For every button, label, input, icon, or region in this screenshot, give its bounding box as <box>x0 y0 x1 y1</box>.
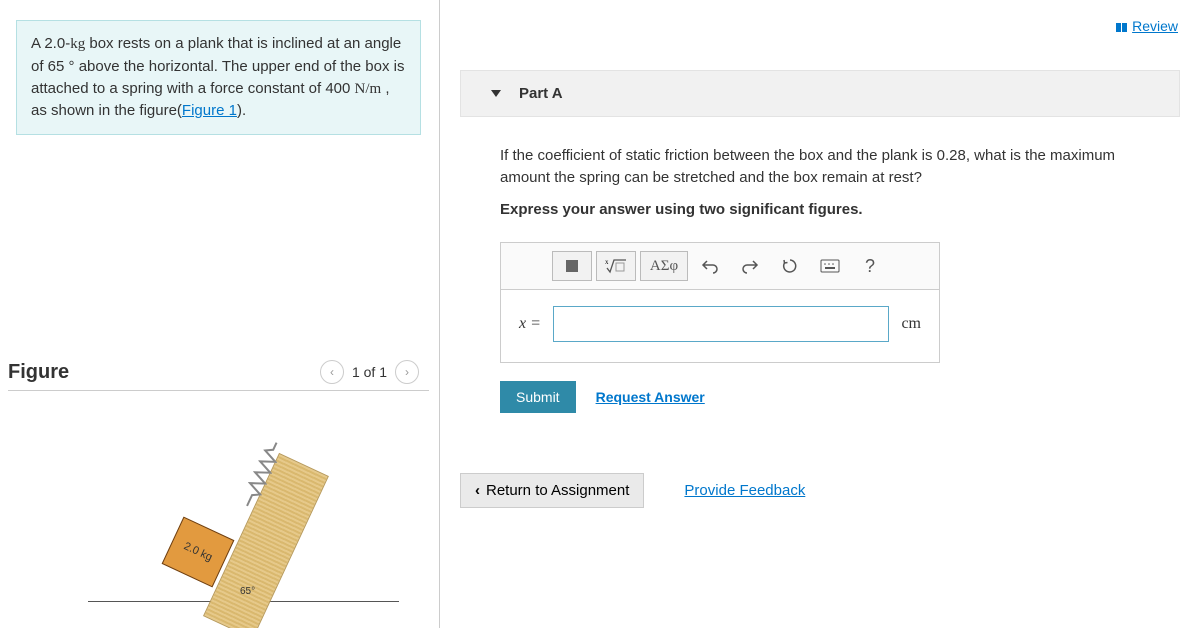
keyboard-button[interactable] <box>810 251 850 281</box>
figure-next-button[interactable]: › <box>395 360 419 384</box>
review-link[interactable]: Review <box>1116 18 1178 35</box>
question-text: If the coefficient of static friction be… <box>500 145 1160 189</box>
figure-prev-button[interactable]: ‹ <box>320 360 344 384</box>
template-button[interactable] <box>552 251 592 281</box>
figure-diagram: 2.0 kg 65° <box>8 411 429 628</box>
figure-counter: 1 of 1 <box>352 364 387 380</box>
submit-button[interactable]: Submit <box>500 381 576 413</box>
chevron-left-icon: ‹ <box>475 482 480 499</box>
question-instruction: Express your answer using two significan… <box>500 199 1160 221</box>
part-title: Part A <box>519 85 563 102</box>
problem-statement: A 2.0-kg box rests on a plank that is in… <box>16 20 421 135</box>
help-button[interactable]: ? <box>850 251 890 281</box>
figure-title: Figure <box>8 361 69 384</box>
undo-button[interactable] <box>690 251 730 281</box>
part-header[interactable]: Part A <box>460 70 1180 117</box>
reset-button[interactable] <box>770 251 810 281</box>
unit-label: cm <box>901 315 921 333</box>
redo-button[interactable] <box>730 251 770 281</box>
math-root-button[interactable]: x <box>596 251 636 281</box>
answer-area: x ΑΣφ ? x = cm <box>500 242 940 363</box>
svg-text:x: x <box>605 258 609 266</box>
answer-input[interactable] <box>553 306 890 342</box>
request-answer-link[interactable]: Request Answer <box>596 389 705 405</box>
feedback-link[interactable]: Provide Feedback <box>684 482 805 499</box>
return-button[interactable]: ‹ Return to Assignment <box>460 473 644 508</box>
angle-label: 65° <box>240 586 255 597</box>
collapse-icon <box>491 90 501 97</box>
figure-link[interactable]: Figure 1 <box>182 102 237 119</box>
variable-label: x = <box>519 315 541 333</box>
review-icon <box>1116 19 1128 35</box>
greek-button[interactable]: ΑΣφ <box>640 251 688 281</box>
